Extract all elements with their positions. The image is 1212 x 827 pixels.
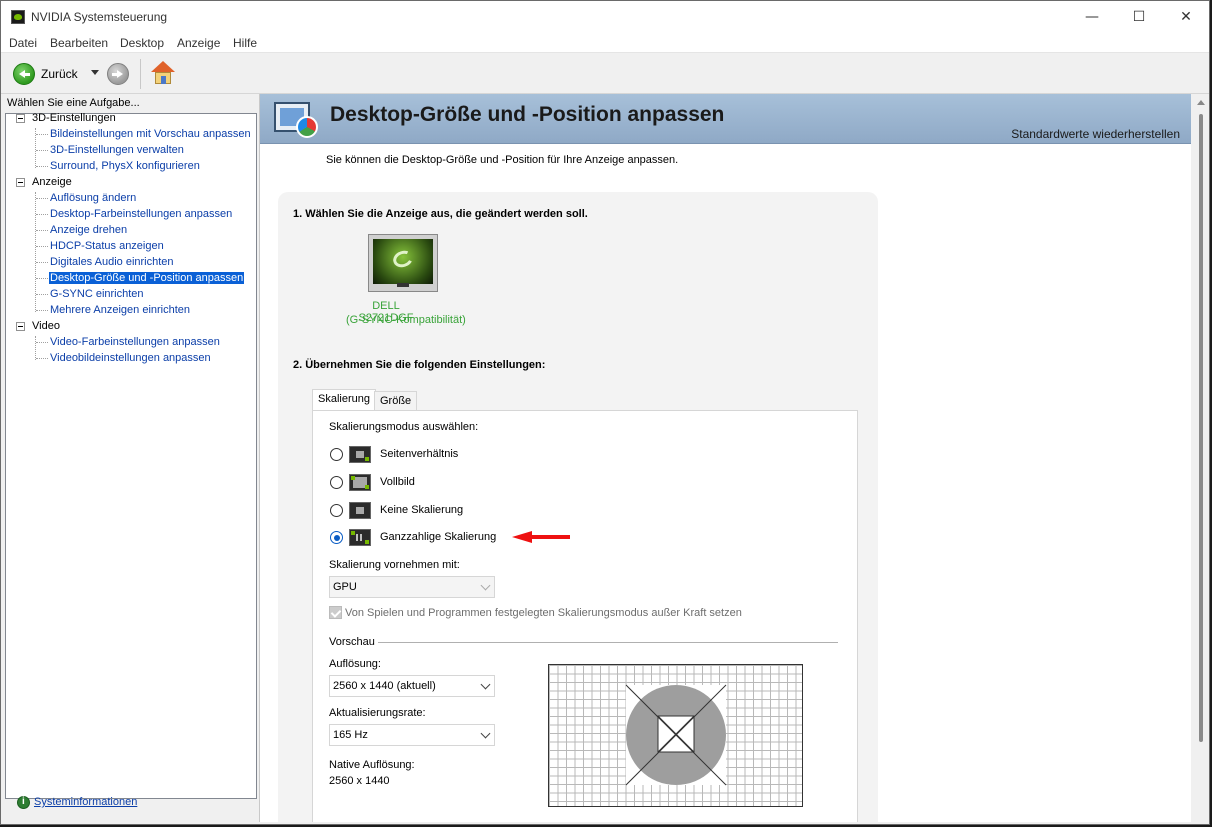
scaling-mode-label: Skalierungsmodus auswählen:: [329, 421, 479, 433]
back-arrow-icon[interactable]: [13, 63, 35, 85]
tree-group-anzeige[interactable]: Anzeige: [32, 176, 72, 188]
no-scaling-icon: [349, 502, 371, 519]
home-icon[interactable]: [151, 61, 175, 85]
sidebar-item-3d-verwalten[interactable]: 3D-Einstellungen verwalten: [49, 144, 185, 156]
back-dropdown-icon[interactable]: [91, 70, 99, 75]
sidebar-item-video-farbe[interactable]: Video-Farbeinstellungen anpassen: [49, 336, 221, 348]
menu-anzeige[interactable]: Anzeige: [177, 36, 220, 50]
settings-card: 1. Wählen Sie die Anzeige aus, die geänd…: [278, 192, 878, 822]
chevron-down-icon: [480, 679, 491, 690]
nvidia-app-icon: [11, 10, 25, 24]
collapse-toggle-icon[interactable]: [16, 322, 25, 331]
tree-group-video[interactable]: Video: [32, 320, 60, 332]
native-resolution-label: Native Auflösung:: [329, 759, 415, 771]
step1-heading: 1. Wählen Sie die Anzeige aus, die geänd…: [293, 208, 588, 220]
scrollbar-thumb[interactable]: [1199, 114, 1203, 742]
radio-seitenverhaeltnis[interactable]: [330, 448, 343, 461]
scaling-option-label[interactable]: Ganzzahlige Skalierung: [380, 531, 496, 543]
vertical-scrollbar[interactable]: [1193, 94, 1209, 822]
preview-label: Vorschau: [329, 636, 375, 648]
radio-keine-skalierung[interactable]: [330, 504, 343, 517]
perform-scaling-value: GPU: [333, 581, 357, 593]
tab-skalierung[interactable]: Skalierung: [312, 389, 376, 411]
sidebar-item-farbeinstellungen[interactable]: Desktop-Farbeinstellungen anpassen: [49, 208, 233, 220]
resolution-label: Auflösung:: [329, 658, 381, 670]
sidebar-item-mehrere-anzeigen[interactable]: Mehrere Anzeigen einrichten: [49, 304, 191, 316]
monitor-icon[interactable]: [368, 234, 438, 294]
minimize-button[interactable]: —: [1069, 1, 1115, 33]
sidebar-item-aufloesung[interactable]: Auflösung ändern: [49, 192, 137, 204]
refresh-rate-select[interactable]: 165 Hz: [329, 724, 495, 746]
scaling-option-label[interactable]: Vollbild: [380, 476, 415, 488]
override-checkbox[interactable]: [329, 606, 342, 619]
sidebar-item-hdcp[interactable]: HDCP-Status anzeigen: [49, 240, 165, 252]
resolution-value: 2560 x 1440 (aktuell): [333, 680, 436, 692]
aspect-ratio-icon: [349, 446, 371, 463]
perform-scaling-select[interactable]: GPU: [329, 576, 495, 598]
sidebar-item-desktop-groesse[interactable]: Desktop-Größe und -Position anpassen: [49, 272, 245, 284]
scaling-option-label[interactable]: Seitenverhältnis: [380, 448, 458, 460]
menu-datei[interactable]: Datei: [9, 36, 37, 50]
scaling-option-label[interactable]: Keine Skalierung: [380, 504, 463, 516]
sidebar-item-digitales-audio[interactable]: Digitales Audio einrichten: [49, 256, 175, 268]
maximize-button[interactable]: ☐: [1116, 1, 1162, 33]
toolbar-separator: [140, 59, 141, 89]
integer-scaling-icon: [349, 529, 371, 546]
override-label: Von Spielen und Programmen festgelegten …: [345, 607, 742, 619]
toolbar: Zurück: [1, 54, 1209, 94]
scaling-panel: Skalierungsmodus auswählen: Seitenverhäl…: [312, 410, 858, 822]
sidebar-item-bildeinstellungen[interactable]: Bildeinstellungen mit Vorschau anpassen: [49, 128, 252, 140]
scroll-up-icon[interactable]: [1197, 100, 1205, 105]
task-tree: 3D-Einstellungen Bildeinstellungen mit V…: [5, 112, 257, 799]
close-button[interactable]: ✕: [1163, 1, 1209, 33]
menu-bar: Datei Bearbeiten Desktop Anzeige Hilfe: [1, 33, 1209, 53]
page-description: Sie können die Desktop-Größe und -Positi…: [326, 154, 679, 166]
back-button-label[interactable]: Zurück: [41, 67, 78, 81]
window-title: NVIDIA Systemsteuerung: [31, 10, 168, 24]
content-pane: Desktop-Größe und -Position anpassen Sta…: [259, 94, 1191, 822]
perform-scaling-label: Skalierung vornehmen mit:: [329, 559, 460, 571]
collapse-toggle-icon[interactable]: [16, 178, 25, 187]
chevron-down-icon: [480, 728, 491, 739]
sidebar-item-gsync[interactable]: G-SYNC einrichten: [49, 288, 145, 300]
tree-group-3d[interactable]: 3D-Einstellungen: [32, 112, 116, 124]
page-title: Desktop-Größe und -Position anpassen: [330, 103, 725, 126]
display-subtitle[interactable]: (G-SYNC-Kompatibilität): [346, 314, 466, 326]
display-settings-icon: [274, 102, 318, 138]
fullscreen-icon: [349, 474, 371, 491]
radio-vollbild[interactable]: [330, 476, 343, 489]
refresh-rate-label: Aktualisierungsrate:: [329, 707, 426, 719]
tab-groesse[interactable]: Größe: [374, 391, 418, 411]
task-pane: Wählen Sie eine Aufgabe... 3D-Einstellun…: [3, 94, 257, 822]
sidebar-item-anzeige-drehen[interactable]: Anzeige drehen: [49, 224, 128, 236]
forward-arrow-icon[interactable]: [107, 63, 129, 85]
chevron-down-icon: [480, 580, 491, 591]
resolution-select[interactable]: 2560 x 1440 (aktuell): [329, 675, 495, 697]
menu-hilfe[interactable]: Hilfe: [233, 36, 257, 50]
restore-defaults-link[interactable]: Standardwerte wiederherstellen: [1011, 127, 1180, 141]
menu-bearbeiten[interactable]: Bearbeiten: [50, 36, 108, 50]
radio-ganzzahlige-skalierung[interactable]: [330, 531, 343, 544]
app-window: NVIDIA Systemsteuerung — ☐ ✕ Datei Bearb…: [0, 0, 1210, 825]
step2-heading: 2. Übernehmen Sie die folgenden Einstell…: [293, 359, 546, 371]
collapse-toggle-icon[interactable]: [16, 114, 25, 123]
system-info-link[interactable]: Systeminformationen: [34, 796, 137, 808]
title-bar: NVIDIA Systemsteuerung — ☐ ✕: [1, 1, 1209, 33]
native-resolution-value: 2560 x 1440: [329, 775, 390, 787]
scaling-preview: [548, 664, 803, 807]
system-info-icon[interactable]: [17, 796, 30, 809]
task-pane-header: Wählen Sie eine Aufgabe...: [7, 97, 140, 109]
red-arrow-annotation: [512, 531, 572, 543]
page-banner: Desktop-Größe und -Position anpassen Sta…: [260, 94, 1191, 144]
menu-desktop[interactable]: Desktop: [120, 36, 164, 50]
sidebar-item-surround[interactable]: Surround, PhysX konfigurieren: [49, 160, 201, 172]
preview-diagonals: [625, 684, 727, 786]
preview-divider: [378, 642, 838, 643]
refresh-rate-value: 165 Hz: [333, 729, 368, 741]
sidebar-item-videobild[interactable]: Videobildeinstellungen anpassen: [49, 352, 212, 364]
